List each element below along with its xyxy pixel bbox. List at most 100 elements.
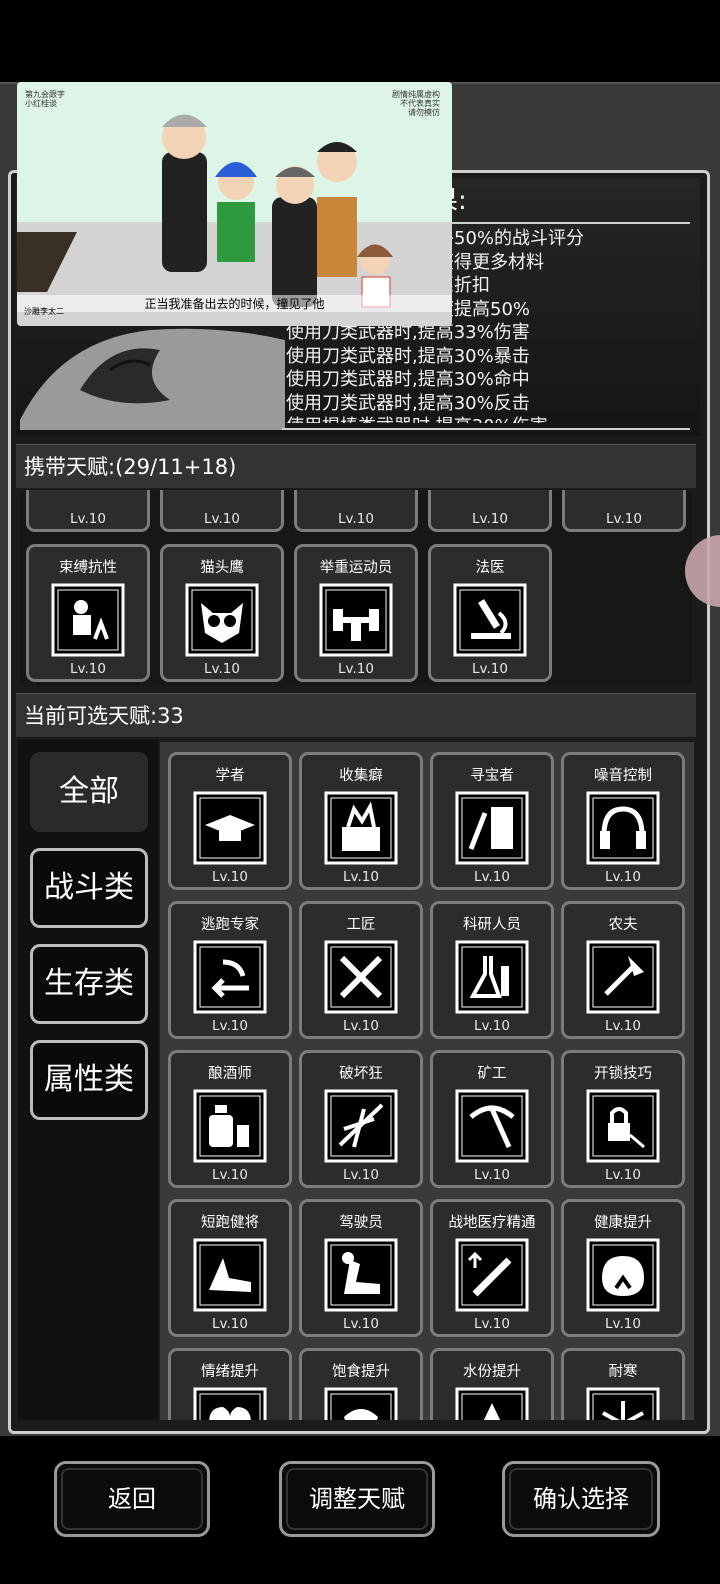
talent-level: Lv.10 xyxy=(343,1018,379,1034)
talent-card[interactable]: 耐寒 xyxy=(561,1348,685,1420)
video-top-right-text: 剧情纯属虚构 不代表真实 请勿模仿 xyxy=(392,90,440,117)
talent-card[interactable]: 饱食提升 xyxy=(299,1348,423,1420)
talent-card[interactable]: 健康提升 Lv.10 xyxy=(561,1199,685,1337)
available-talents-grid[interactable]: 学者 Lv.10 收集癖 Lv.10 寻宝者 Lv.10 噪音控制 Lv.10 逃跑专家 Lv.1… xyxy=(160,742,694,1420)
effects-divider-bottom xyxy=(282,428,690,430)
talent-name: 逃跑专家 xyxy=(201,917,259,933)
talent-level: Lv.10 xyxy=(212,1167,248,1183)
talent-card[interactable]: 破坏狂 Lv.10 xyxy=(299,1050,423,1188)
microscope-icon xyxy=(453,583,527,657)
talent-card[interactable]: 猫头鹰 Lv.10 xyxy=(160,544,284,682)
heart-icon xyxy=(193,1387,267,1420)
talent-card[interactable]: 收集癖 Lv.10 xyxy=(299,752,423,890)
talent-name: 噪音控制 xyxy=(594,768,652,784)
video-caption: 正当我准备出去的时候，撞见了他 xyxy=(17,295,452,312)
back-button[interactable]: 返回 xyxy=(54,1461,210,1537)
talent-name: 法医 xyxy=(475,560,505,576)
talent-card[interactable]: 举重运动员 Lv.10 xyxy=(294,544,418,682)
confirm-selection-button[interactable]: 确认选择 xyxy=(502,1461,660,1537)
talent-level: Lv.10 xyxy=(204,511,240,527)
talent-card[interactable]: 束缚抗性 Lv.10 xyxy=(26,544,150,682)
talent-card[interactable]: 法医 Lv.10 xyxy=(428,544,552,682)
effect-line: 使用刀类武器时,提高30%暴击 xyxy=(286,345,530,367)
carried-talents-list[interactable]: Lv.10 Lv.10 Lv.10 Lv.10 Lv.10 束缚抗性 Lv.10 猫头鹰 Lv.… xyxy=(20,490,692,686)
talent-name: 束缚抗性 xyxy=(59,560,117,576)
talent-card[interactable]: 驾驶员 Lv.10 xyxy=(299,1199,423,1337)
talent-level: Lv.10 xyxy=(212,1316,248,1332)
brewing-tank-icon xyxy=(193,1089,267,1163)
talent-level: Lv.10 xyxy=(605,1018,641,1034)
talent-level: Lv.10 xyxy=(343,1167,379,1183)
syringe-icon xyxy=(455,1238,529,1312)
talent-card[interactable]: 寻宝者 Lv.10 xyxy=(430,752,554,890)
water-icon xyxy=(455,1387,529,1420)
carried-talents-header: 携带天赋:(29/11+18) xyxy=(16,444,696,488)
flask-icon xyxy=(455,940,529,1014)
talent-card[interactable]: 情绪提升 xyxy=(168,1348,292,1420)
tab-combat[interactable]: 战斗类 xyxy=(30,848,148,928)
farm-hoe-icon xyxy=(586,940,660,1014)
snowflake-icon xyxy=(586,1387,660,1420)
bound-resistance-icon xyxy=(51,583,125,657)
talent-card[interactable]: 学者 Lv.10 xyxy=(168,752,292,890)
talent-level: Lv.10 xyxy=(343,1316,379,1332)
talent-name: 酿酒师 xyxy=(208,1066,252,1082)
talent-level: Lv.10 xyxy=(605,1316,641,1332)
talent-card[interactable]: 水份提升 xyxy=(430,1348,554,1420)
talent-card-partial[interactable]: Lv.10 xyxy=(294,490,418,532)
video-popup[interactable]: 第九会跟字 小红桂谈 剧情纯属虚构 不代表真实 请勿模仿 正当我准备出去的时候，撞见了… xyxy=(17,82,452,326)
talent-level: Lv.10 xyxy=(474,1018,510,1034)
talent-level: Lv.10 xyxy=(70,661,106,677)
tab-attributes[interactable]: 属性类 xyxy=(30,1040,148,1120)
tab-all[interactable]: 全部 xyxy=(30,752,148,832)
driver-seat-icon xyxy=(324,1238,398,1312)
talent-level: Lv.10 xyxy=(212,1018,248,1034)
treasure-door-icon xyxy=(455,791,529,865)
talent-level: Lv.10 xyxy=(338,661,374,677)
talent-level: Lv.10 xyxy=(474,1167,510,1183)
video-top-left-text: 第九会跟字 小红桂谈 xyxy=(25,90,65,108)
talent-level: Lv.10 xyxy=(204,661,240,677)
available-talents-header: 当前可选天赋:33 xyxy=(16,693,696,737)
lockpick-icon xyxy=(586,1089,660,1163)
talent-level: Lv.10 xyxy=(474,1316,510,1332)
talent-card[interactable]: 酿酒师 Lv.10 xyxy=(168,1050,292,1188)
talent-name: 健康提升 xyxy=(594,1215,652,1231)
talent-name: 水份提升 xyxy=(463,1364,521,1380)
talent-name: 猫头鹰 xyxy=(200,560,244,576)
talent-level: Lv.10 xyxy=(605,1167,641,1183)
tab-survival[interactable]: 生存类 xyxy=(30,944,148,1024)
talent-card[interactable]: 战地医疗精通 Lv.10 xyxy=(430,1199,554,1337)
destruction-icon xyxy=(324,1089,398,1163)
status-bar xyxy=(0,0,720,82)
talent-card[interactable]: 噪音控制 Lv.10 xyxy=(561,752,685,890)
talent-name: 饱食提升 xyxy=(332,1364,390,1380)
health-up-icon xyxy=(586,1238,660,1312)
adjust-talents-button[interactable]: 调整天赋 xyxy=(279,1461,435,1537)
headphones-icon xyxy=(586,791,660,865)
talent-name: 科研人员 xyxy=(463,917,521,933)
talent-name: 举重运动员 xyxy=(319,560,393,576)
talent-level: Lv.10 xyxy=(472,511,508,527)
talent-card-partial[interactable]: Lv.10 xyxy=(428,490,552,532)
talent-level: Lv.10 xyxy=(606,511,642,527)
talent-name: 短跑健将 xyxy=(201,1215,259,1231)
talent-level: Lv.10 xyxy=(212,869,248,885)
talent-card-partial[interactable]: Lv.10 xyxy=(26,490,150,532)
talent-level: Lv.10 xyxy=(605,869,641,885)
talent-card[interactable]: 开锁技巧 Lv.10 xyxy=(561,1050,685,1188)
talent-level: Lv.10 xyxy=(343,869,379,885)
talent-card-partial[interactable]: Lv.10 xyxy=(562,490,686,532)
talent-card[interactable]: 矿工 Lv.10 xyxy=(430,1050,554,1188)
talent-card[interactable]: 逃跑专家 Lv.10 xyxy=(168,901,292,1039)
talent-name: 工匠 xyxy=(346,917,376,933)
talent-card[interactable]: 农夫 Lv.10 xyxy=(561,901,685,1039)
talent-name: 情绪提升 xyxy=(201,1364,259,1380)
talent-card[interactable]: 科研人员 Lv.10 xyxy=(430,901,554,1039)
effect-line: 使用棍棒类武器时,提高30%伤害 xyxy=(286,415,696,423)
talent-card[interactable]: 工匠 Lv.10 xyxy=(299,901,423,1039)
graduation-cap-icon xyxy=(193,791,267,865)
talent-card-partial[interactable]: Lv.10 xyxy=(160,490,284,532)
talent-level: Lv.10 xyxy=(338,511,374,527)
talent-card[interactable]: 短跑健将 Lv.10 xyxy=(168,1199,292,1337)
